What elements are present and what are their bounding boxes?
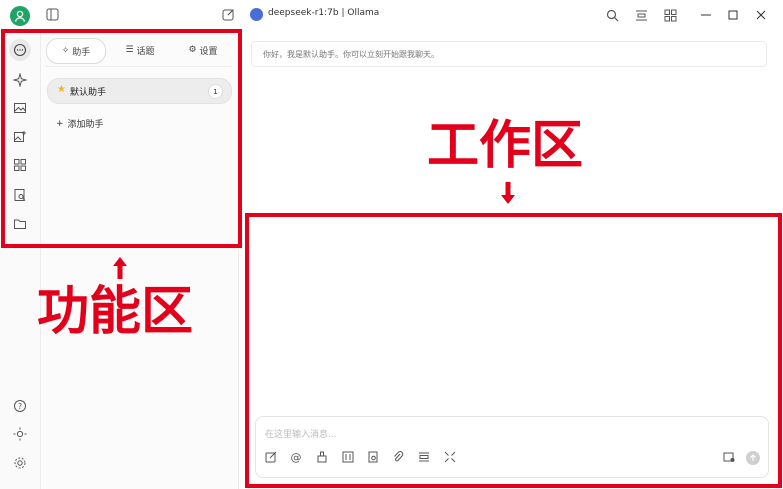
- search-icon[interactable]: [603, 6, 621, 24]
- maximize-icon[interactable]: [724, 6, 742, 24]
- toggle-sidebar-icon[interactable]: [43, 5, 61, 23]
- model-logo-icon: [250, 8, 263, 21]
- user-icon: [14, 10, 26, 22]
- minimize-icon[interactable]: [697, 6, 715, 24]
- user-avatar[interactable]: [10, 6, 30, 26]
- help-icon[interactable]: ?: [11, 397, 29, 415]
- work-area-label: 工作区: [427, 116, 584, 176]
- svg-text:?: ?: [18, 402, 22, 411]
- apps-grid-icon[interactable]: [661, 6, 679, 24]
- close-icon[interactable]: [752, 6, 770, 24]
- new-chat-icon[interactable]: [219, 5, 237, 23]
- assistant-greeting-message: 你好，我是默认助手。你可以立刻开始跟我聊天。: [251, 41, 767, 67]
- fit-width-icon[interactable]: [632, 6, 650, 24]
- function-area-highlight: [1, 29, 242, 248]
- function-area-label: 功能区: [37, 282, 194, 342]
- settings-gear-icon[interactable]: [11, 454, 29, 472]
- model-title[interactable]: deepseek-r1:7b | Ollama: [268, 8, 379, 18]
- down-arrow-annotation: [501, 182, 515, 208]
- work-area-highlight: [245, 213, 782, 488]
- up-arrow-annotation: [113, 257, 127, 283]
- theme-sun-icon[interactable]: [11, 425, 29, 443]
